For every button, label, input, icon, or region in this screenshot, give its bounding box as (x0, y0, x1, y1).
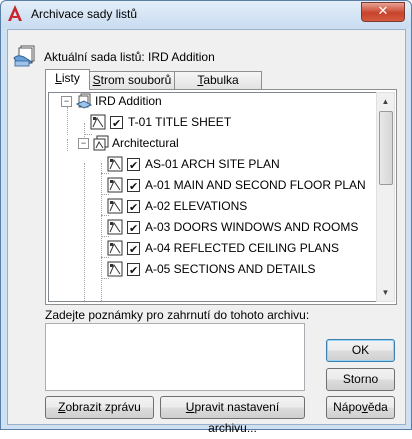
sheet-icon (107, 156, 123, 172)
tab-file-tree[interactable]: Strom souborů (89, 71, 175, 89)
collapse-icon[interactable]: − (78, 138, 89, 149)
sheet-icon (107, 177, 123, 193)
cancel-button[interactable]: Storno (326, 368, 395, 391)
tree-item-label: A-03 DOORS WINDOWS AND ROOMS (145, 220, 359, 234)
tree-subset-label: Architectural (112, 136, 179, 150)
title-bar[interactable]: Archivace sady listů ✕ (1, 1, 411, 28)
tree-item-a02[interactable]: A-02 ELEVATIONS (49, 196, 374, 218)
tab-sheets-label: Listy (55, 71, 80, 85)
sheet-icon (107, 219, 123, 235)
tree-item-as01[interactable]: AS-01 ARCH SITE PLAN (49, 154, 374, 176)
scrollbar-thumb[interactable] (379, 111, 393, 185)
dialog-window: Archivace sady listů ✕ Aktuální sada lis… (0, 0, 412, 435)
current-sheet-set-label: Aktuální sada listů: IRD Addition (44, 50, 215, 64)
autocad-a-icon (8, 5, 22, 21)
tree-vertical-scrollbar[interactable]: ▲ ▼ (376, 92, 395, 302)
subset-icon (93, 135, 109, 151)
sheet-set-archive-icon (13, 45, 35, 67)
window-title: Archivace sady listů (31, 7, 138, 21)
tab-file-table[interactable]: Tabulka souborů (174, 71, 262, 104)
tree-item-label: AS-01 ARCH SITE PLAN (145, 157, 280, 171)
include-checkbox[interactable] (127, 198, 140, 218)
tree-item-label: A-01 MAIN AND SECOND FLOOR PLAN (145, 178, 366, 192)
tab-panel-sheets: − IRD Addition T-01 TITLE SHEET (45, 89, 397, 305)
tree-item-a04[interactable]: A-04 REFLECTED CEILING PLANS (49, 238, 374, 260)
close-button[interactable]: ✕ (361, 2, 405, 22)
view-report-button[interactable]: Zobrazit zprávu (45, 396, 154, 419)
include-checkbox[interactable] (127, 219, 140, 239)
include-checkbox[interactable] (127, 177, 140, 197)
include-checkbox[interactable] (110, 114, 123, 134)
include-checkbox[interactable] (127, 261, 140, 281)
tab-sheets[interactable]: Listy (45, 69, 90, 90)
sheet-icon (107, 240, 123, 256)
tab-file-tree-label: Strom souborů (92, 73, 172, 87)
dialog-client-area: Aktuální sada listů: IRD Addition Listy … (7, 29, 406, 435)
include-checkbox[interactable] (127, 156, 140, 176)
sheet-set-icon (76, 93, 92, 109)
tree-item-label: A-02 ELEVATIONS (145, 199, 248, 213)
tree-item-t01[interactable]: T-01 TITLE SHEET (49, 112, 374, 134)
sheet-tree[interactable]: − IRD Addition T-01 TITLE SHEET (48, 92, 377, 302)
tree-item-label: A-05 SECTIONS AND DETAILS (145, 262, 316, 276)
notes-label: Zadejte poznámky pro zahrnutí do tohoto … (45, 308, 310, 322)
tree-item-a03[interactable]: A-03 DOORS WINDOWS AND ROOMS (49, 217, 374, 239)
tree-item-a05[interactable]: A-05 SECTIONS AND DETAILS (49, 259, 374, 281)
tree-item-label: A-04 REFLECTED CEILING PLANS (145, 241, 340, 255)
tree-item-a01[interactable]: A-01 MAIN AND SECOND FLOOR PLAN (49, 175, 374, 197)
ok-button[interactable]: OK (326, 339, 395, 362)
close-icon: ✕ (377, 4, 389, 19)
scroll-up-icon[interactable]: ▲ (377, 93, 394, 110)
scroll-down-icon[interactable]: ▼ (377, 284, 394, 301)
collapse-icon[interactable]: − (61, 96, 72, 107)
include-checkbox[interactable] (127, 240, 140, 260)
sheet-icon (107, 198, 123, 214)
tree-item-label: T-01 TITLE SHEET (128, 115, 232, 129)
modify-archive-settings-button[interactable]: Upravit nastavení archivu... (160, 396, 305, 435)
sheet-icon (90, 114, 106, 130)
sheet-icon (107, 261, 123, 277)
tree-root-row[interactable]: − IRD Addition (49, 93, 374, 111)
help-button[interactable]: Nápověda (326, 396, 395, 419)
tree-root-label: IRD Addition (95, 94, 162, 108)
notes-textarea[interactable] (45, 323, 305, 391)
tree-subset-architectural[interactable]: − Architectural (49, 133, 374, 153)
